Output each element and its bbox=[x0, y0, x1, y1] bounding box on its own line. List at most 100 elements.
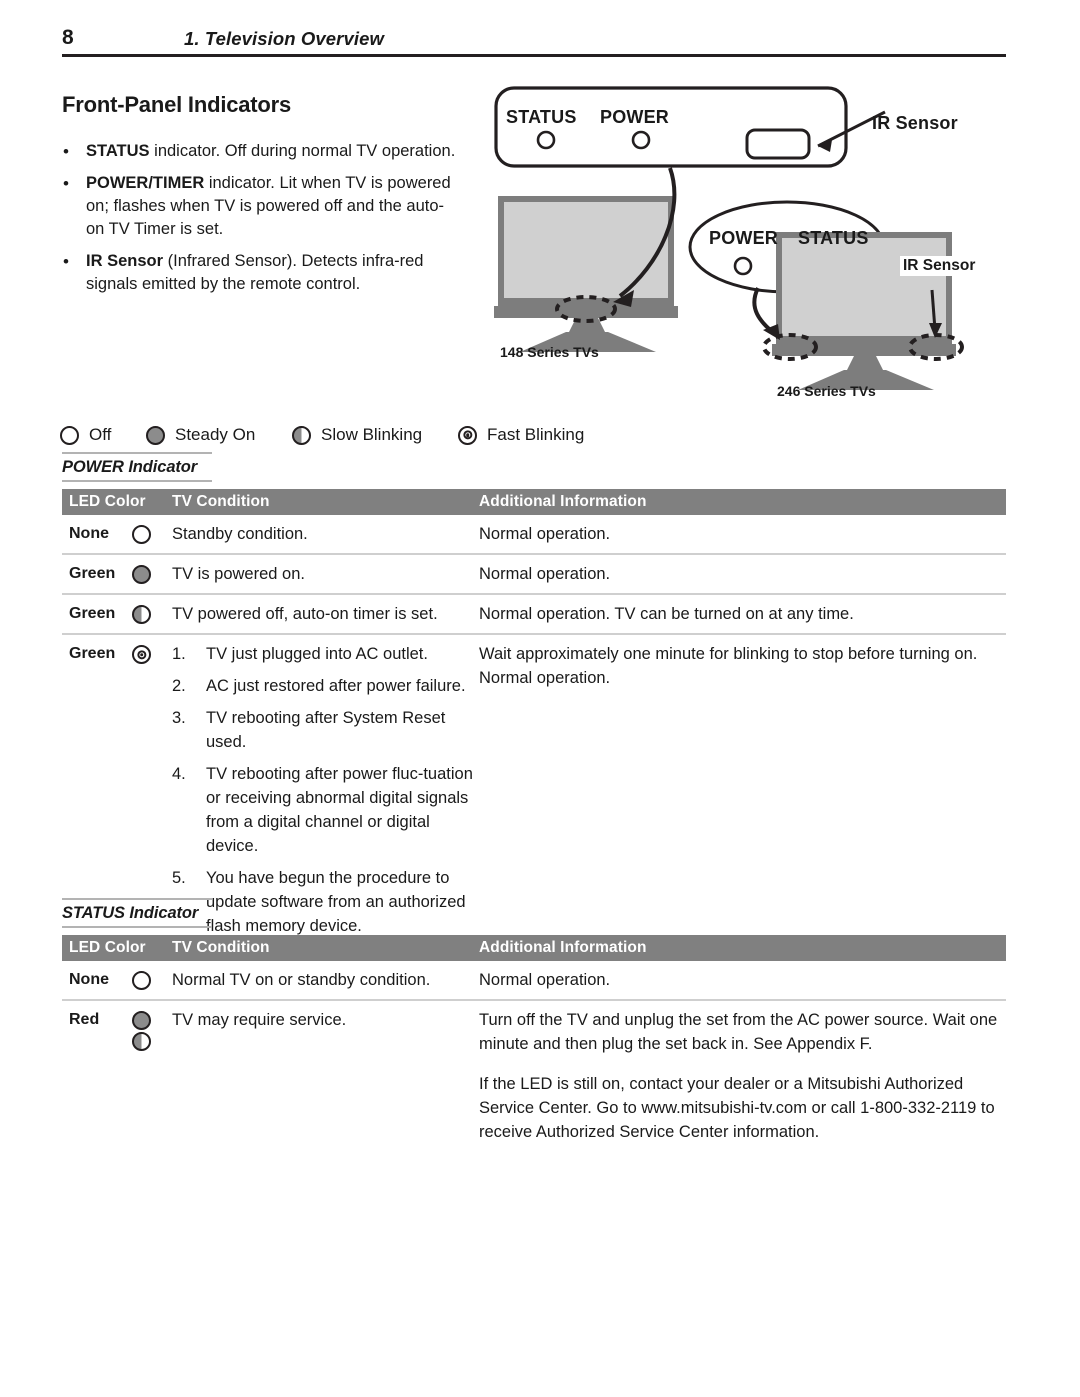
cell-led-color: None bbox=[62, 522, 172, 546]
list-item-text: TV just plugged into AC outlet. bbox=[206, 645, 428, 663]
list-item: 4. TV rebooting after power fluc-tuation… bbox=[172, 762, 473, 858]
list-item-text: AC just restored after power failure. bbox=[206, 677, 466, 695]
led-off-icon bbox=[60, 425, 79, 445]
list-item: • IR Sensor (Infrared Sensor). Detects i… bbox=[58, 250, 458, 296]
legend-item-slow-blinking: Slow Blinking bbox=[292, 418, 422, 452]
list-item-number: 3. bbox=[172, 709, 186, 727]
column-header-led-color: LED Color bbox=[69, 939, 146, 956]
led-icon-stack bbox=[132, 562, 151, 584]
list-item-number: 4. bbox=[172, 765, 186, 783]
cell-led-color: Green bbox=[62, 602, 172, 626]
cell-led-color: None bbox=[62, 968, 172, 992]
led-color-name: None bbox=[69, 525, 109, 542]
led-steady-icon bbox=[146, 425, 165, 445]
cell-additional-information: Normal operation. bbox=[479, 562, 1006, 586]
legend-item-fast-blinking: Fast Blinking bbox=[458, 418, 584, 452]
cell-additional-information: Normal operation. bbox=[479, 968, 1006, 992]
bullet-icon: • bbox=[63, 252, 69, 271]
led-off-icon bbox=[132, 525, 151, 544]
panel-status-label: STATUS bbox=[506, 107, 577, 127]
list-item-text: TV rebooting after System Reset used. bbox=[206, 709, 446, 751]
oval-status-label: STATUS bbox=[798, 228, 869, 248]
panel-status-led-hole bbox=[536, 130, 556, 150]
cell-tv-condition: TV may require service. bbox=[172, 1011, 347, 1029]
cell-tv-condition: 1. TV just plugged into AC outlet. 2. AC… bbox=[172, 642, 479, 938]
led-slow-icon bbox=[292, 425, 311, 445]
cell-led-color: Green bbox=[62, 642, 172, 666]
list-item-text: IR Sensor (Infrared Sensor). Detects inf… bbox=[86, 250, 458, 296]
header-rule bbox=[62, 54, 1006, 57]
list-item-text: STATUS indicator. Off during normal TV o… bbox=[86, 140, 458, 163]
power-indicator-table: POWER Indicator LED Color TV Condition A… bbox=[62, 452, 1006, 945]
led-color-name: Green bbox=[69, 645, 116, 662]
status-table-caption: STATUS Indicator bbox=[62, 904, 199, 922]
cell-additional-information: Normal operation. TV can be turned on at… bbox=[479, 602, 1006, 626]
additional-paragraph: If the LED is still on, contact your dea… bbox=[479, 1075, 995, 1141]
list-item-term: STATUS bbox=[86, 142, 150, 160]
additional-paragraph: Normal operation. bbox=[479, 971, 611, 989]
led-color-name: Green bbox=[69, 565, 116, 582]
list-item-text: POWER/TIMER indicator. Lit when TV is po… bbox=[86, 172, 458, 241]
front-panel-diagram: STATUS POWER IR Sensor POWER STATUS IR S… bbox=[480, 80, 1020, 410]
led-icon-stack bbox=[132, 968, 151, 990]
chapter-title: 1. Television Overview bbox=[184, 28, 384, 49]
tv-right-caption: 246 Series TVs bbox=[777, 383, 876, 399]
led-icon-stack bbox=[132, 522, 151, 544]
column-header-tv-condition: TV Condition bbox=[172, 939, 270, 956]
page-header: 8 1. Television Overview bbox=[62, 26, 1006, 60]
led-steady-icon bbox=[132, 1011, 151, 1030]
panel-power-label: POWER bbox=[600, 107, 670, 127]
table-row: None Normal TV on or standby condition. … bbox=[62, 961, 1006, 1001]
led-icon-stack bbox=[132, 642, 151, 664]
cell-additional-information: Wait approximately one minute for blinki… bbox=[479, 642, 1006, 690]
tv-left-bezel bbox=[494, 306, 678, 318]
oval-power-label: POWER bbox=[709, 228, 779, 248]
tv-condition-numbered-list: 1. TV just plugged into AC outlet. 2. AC… bbox=[172, 642, 473, 938]
led-slow-icon bbox=[132, 1032, 151, 1051]
legend-label: Off bbox=[89, 425, 112, 444]
status-table-caption-rule bbox=[62, 926, 212, 928]
list-item: 3. TV rebooting after System Reset used. bbox=[172, 706, 473, 754]
tv-left-caption: 148 Series TVs bbox=[500, 344, 599, 360]
cell-additional-information: Turn off the TV and unplug the set from … bbox=[479, 1008, 1006, 1144]
list-item-term: IR Sensor bbox=[86, 252, 164, 270]
tv-left-screen bbox=[504, 202, 668, 298]
legend-item-off: Off bbox=[60, 418, 111, 452]
page-number: 8 bbox=[62, 26, 74, 49]
status-table-header-row: LED Color TV Condition Additional Inform… bbox=[62, 935, 1006, 961]
led-legend: Off Steady On Slow Blinking Fast Blinkin… bbox=[60, 418, 680, 452]
list-item-number: 1. bbox=[172, 645, 186, 663]
panel-ir-sensor-label: IR Sensor bbox=[872, 113, 958, 133]
led-color-name: Red bbox=[69, 1011, 100, 1028]
legend-label: Slow Blinking bbox=[321, 425, 423, 444]
table-row: Green TV is powered on. Normal operation… bbox=[62, 555, 1006, 595]
led-fast-icon bbox=[458, 425, 477, 445]
additional-paragraph: Normal operation. TV can be turned on at… bbox=[479, 605, 854, 623]
list-item: 1. TV just plugged into AC outlet. bbox=[172, 642, 473, 666]
status-indicator-table: STATUS Indicator LED Color TV Condition … bbox=[62, 898, 1006, 1151]
list-item-number: 2. bbox=[172, 677, 186, 695]
table-row: None Standby condition. Normal operation… bbox=[62, 515, 1006, 555]
cell-led-color: Red bbox=[62, 1008, 172, 1051]
additional-paragraph: Normal operation. bbox=[479, 565, 611, 583]
additional-paragraph: Normal operation. bbox=[479, 525, 611, 543]
power-table-caption-rule bbox=[62, 480, 212, 482]
cell-additional-information: Normal operation. bbox=[479, 522, 1006, 546]
tv-right-screen bbox=[782, 238, 946, 336]
list-item-text: TV rebooting after power fluc-tuation or… bbox=[206, 765, 473, 855]
column-header-additional-information: Additional Information bbox=[479, 493, 647, 510]
led-off-icon bbox=[132, 971, 151, 990]
cell-led-color: Green bbox=[62, 562, 172, 586]
oval-power-led-hole bbox=[733, 256, 753, 276]
panel-ir-sensor-window bbox=[745, 128, 811, 160]
tv-right-ir-sensor-label: IR Sensor bbox=[900, 256, 979, 276]
cell-tv-condition: Normal TV on or standby condition. bbox=[172, 971, 431, 989]
legend-item-steady-on: Steady On bbox=[146, 418, 255, 452]
power-table-caption: POWER Indicator bbox=[62, 458, 198, 476]
list-item: • STATUS indicator. Off during normal TV… bbox=[58, 140, 458, 163]
cell-tv-condition: Standby condition. bbox=[172, 525, 308, 543]
tv-right-bezel bbox=[772, 344, 956, 356]
led-color-name: Green bbox=[69, 605, 116, 622]
front-panel-indicator-bullets: • STATUS indicator. Off during normal TV… bbox=[58, 140, 458, 305]
list-item: 2. AC just restored after power failure. bbox=[172, 674, 473, 698]
